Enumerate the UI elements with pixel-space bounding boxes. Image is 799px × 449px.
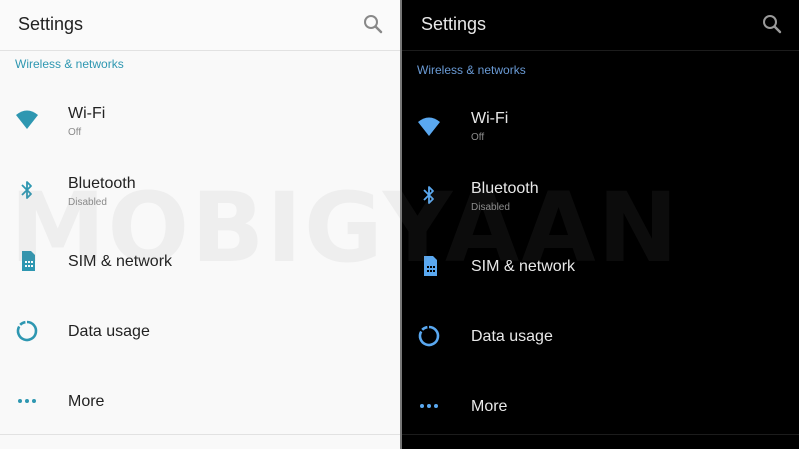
page-title: Settings [421,14,487,34]
settings-item-data-usage[interactable]: Data usage [0,302,400,362]
settings-item-summary: Disabled [68,197,107,208]
settings-item-label: Wi-Fi [471,110,509,127]
settings-item-sim-network[interactable]: SIM & network [0,232,400,292]
settings-item-label: Bluetooth [471,180,539,197]
app-bar: Settings [402,0,799,51]
bluetooth-icon [416,182,442,208]
more-icon [14,388,40,414]
settings-item-wifi[interactable]: Wi-Fi Off [402,100,799,160]
settings-item-label: Bluetooth [68,175,136,192]
sim-card-icon [416,253,442,279]
settings-item-summary: Disabled [471,202,510,213]
wifi-icon [14,107,40,133]
settings-item-more[interactable]: More [0,372,400,432]
dark-settings-panel: Settings Wireless & networks Wi-Fi Off B… [402,0,799,449]
settings-item-label: More [68,393,105,410]
settings-item-label: Data usage [471,328,553,345]
settings-item-summary: Off [471,132,485,143]
page-title: Settings [18,14,84,34]
more-icon [416,393,442,419]
settings-item-bluetooth[interactable]: Bluetooth Disabled [0,165,400,225]
section-header: Wireless & networks [417,63,526,77]
settings-item-summary: Off [68,127,82,138]
bluetooth-icon [14,177,40,203]
settings-item-more[interactable]: More [402,377,799,437]
search-icon[interactable] [362,13,384,35]
settings-item-label: SIM & network [68,253,173,270]
divider [0,434,400,435]
settings-item-label: SIM & network [471,258,576,275]
settings-item-label: Data usage [68,323,150,340]
settings-item-data-usage[interactable]: Data usage [402,307,799,367]
section-header: Wireless & networks [15,57,124,71]
wifi-icon [416,114,442,140]
search-icon[interactable] [761,13,783,35]
light-settings-panel: Settings Wireless & networks Wi-Fi Off B… [0,0,400,449]
settings-item-label: More [471,398,508,415]
data-usage-icon [416,323,442,349]
settings-item-sim-network[interactable]: SIM & network [402,237,799,297]
data-usage-icon [14,318,40,344]
settings-item-bluetooth[interactable]: Bluetooth Disabled [402,170,799,230]
settings-item-wifi[interactable]: Wi-Fi Off [0,95,400,155]
divider [402,434,799,435]
sim-card-icon [14,248,40,274]
app-bar: Settings [0,0,400,51]
settings-item-label: Wi-Fi [68,105,106,122]
